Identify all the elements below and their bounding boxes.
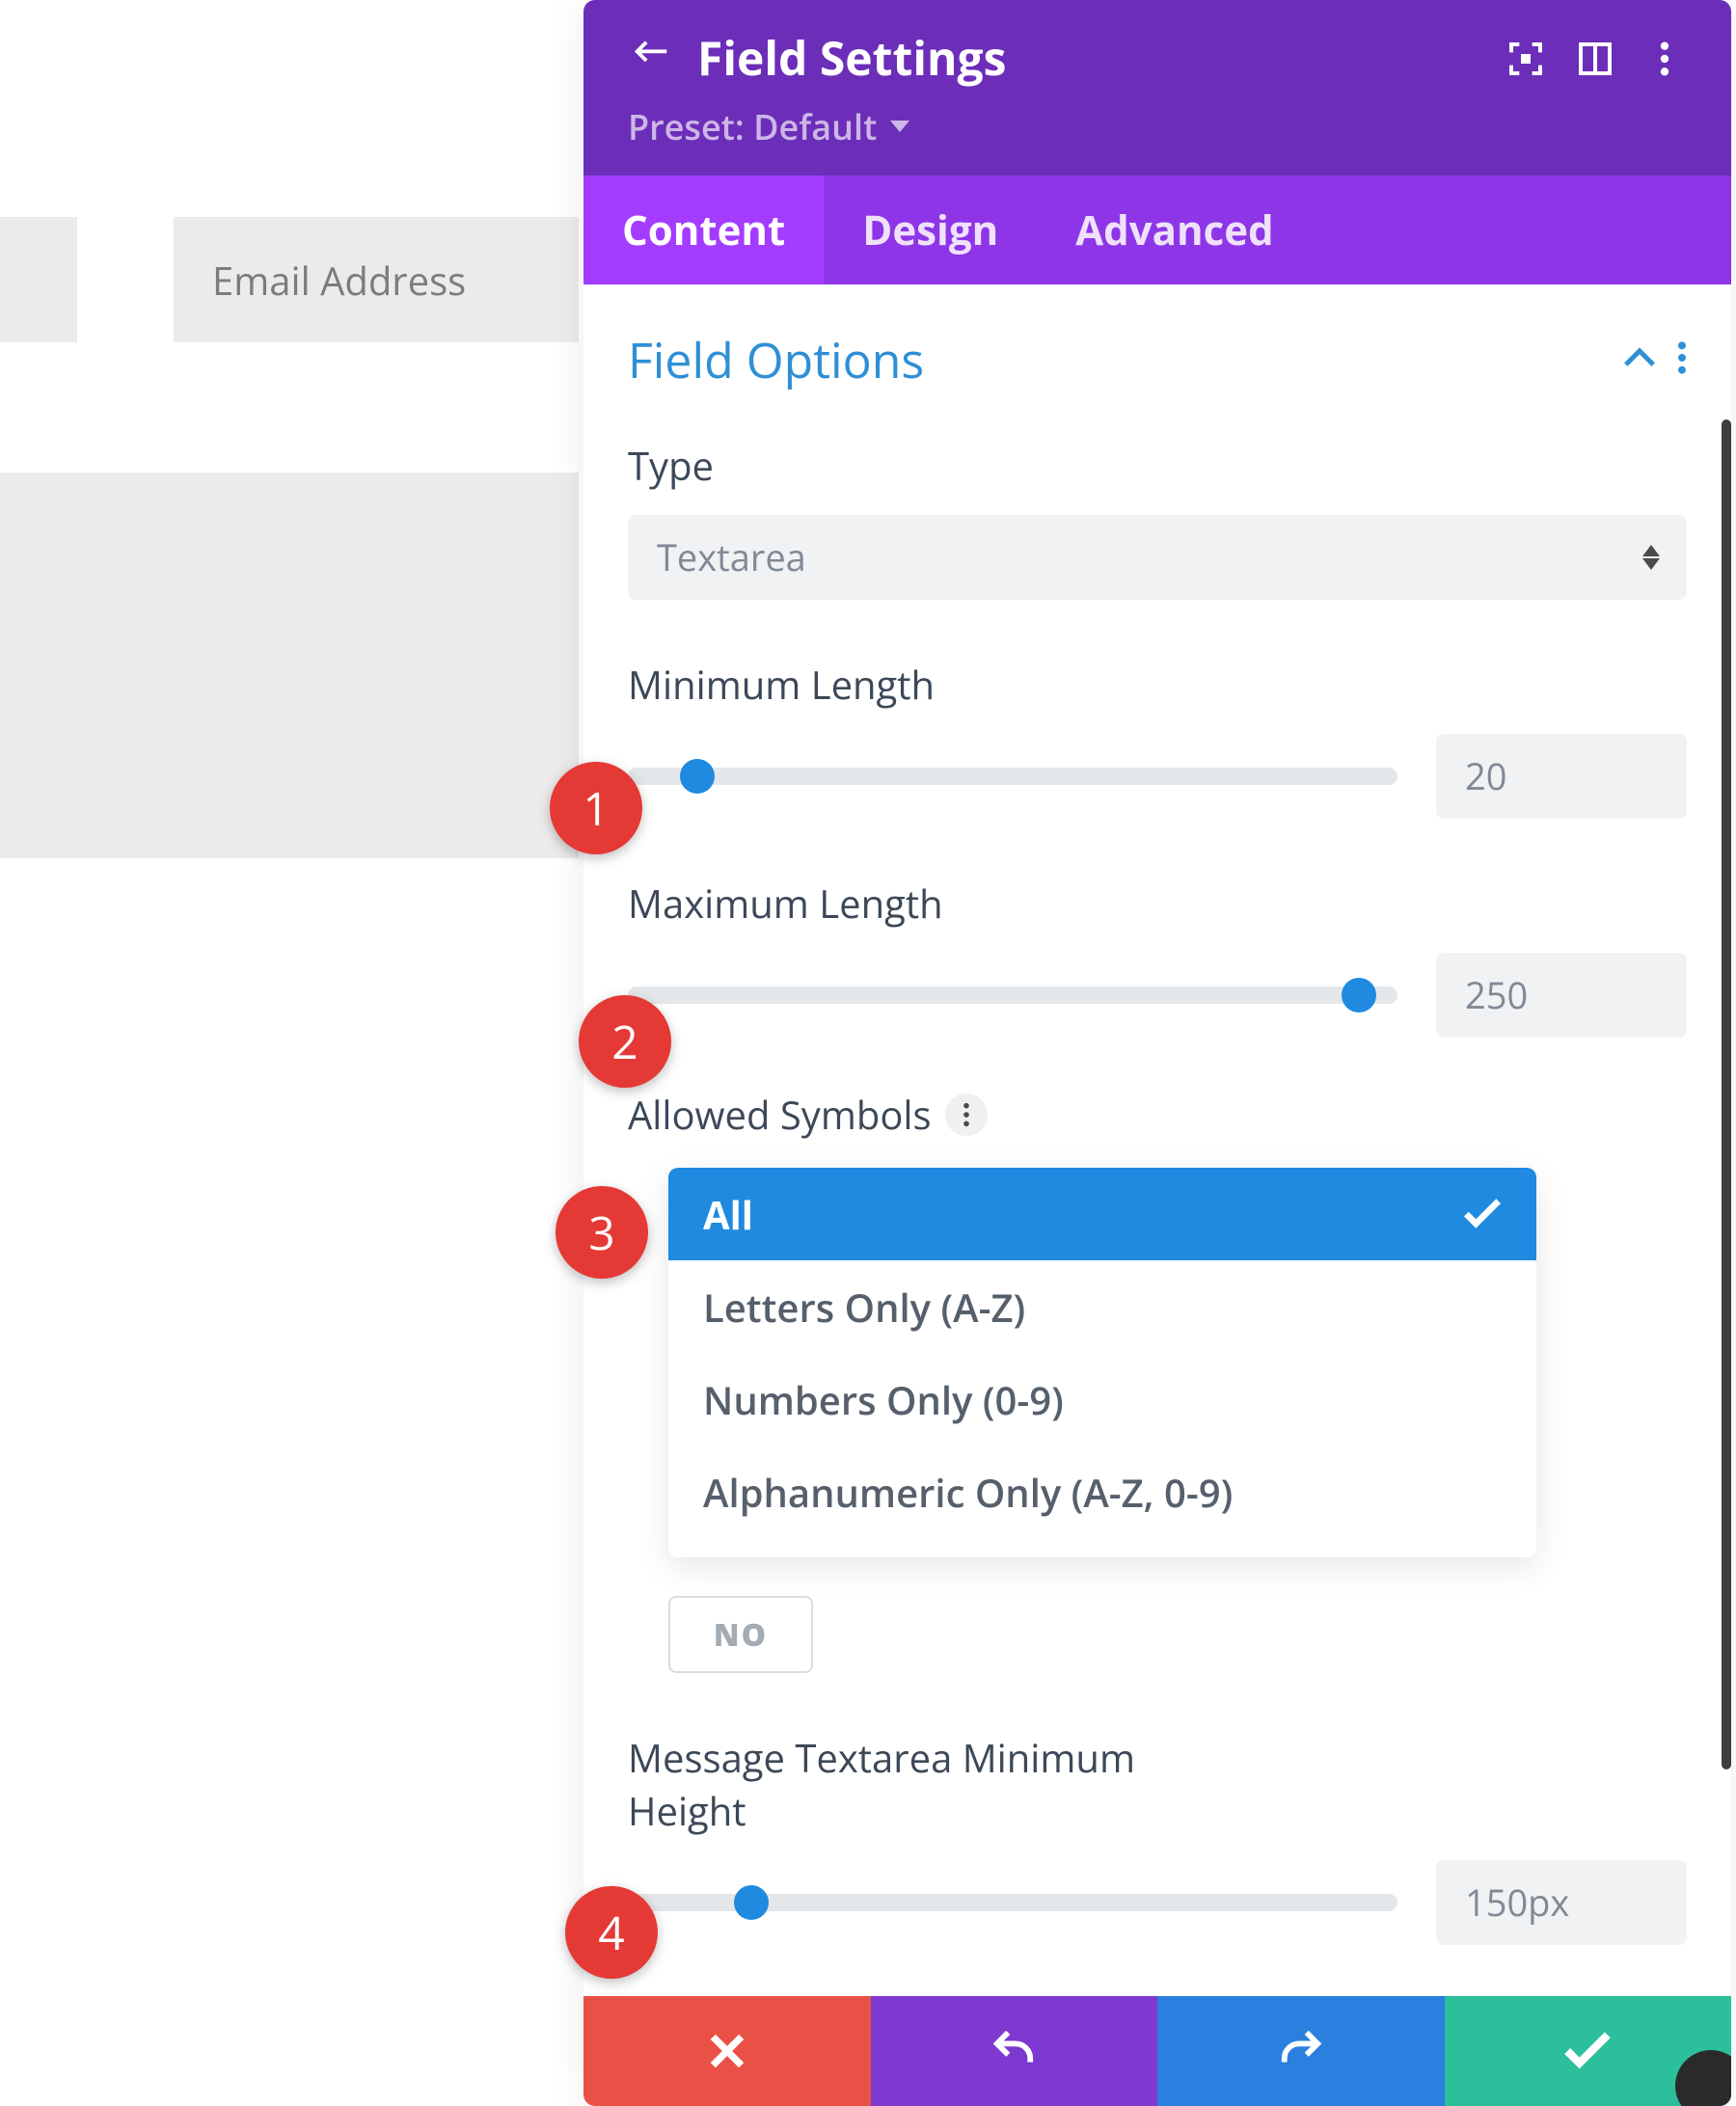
panel-title: Field Settings xyxy=(697,27,1006,90)
undo-button[interactable] xyxy=(871,1996,1158,2106)
slider-thumb[interactable] xyxy=(680,759,715,794)
back-icon[interactable] xyxy=(628,37,672,81)
preset-label: Preset: Default xyxy=(628,103,877,150)
min-height-value-input[interactable]: 150px xyxy=(1436,1860,1687,1945)
max-length-label: Maximum Length xyxy=(628,877,1687,930)
min-height-row: 150px xyxy=(628,1860,1687,1945)
scrollbar-thumb[interactable] xyxy=(1722,419,1731,1769)
option-alnum[interactable]: Alphanumeric Only (A-Z, 0-9) xyxy=(668,1445,1536,1538)
email-placeholder: Email Address xyxy=(212,254,466,307)
min-height-value: 150px xyxy=(1465,1877,1569,1928)
toggle-no[interactable]: NO xyxy=(668,1596,813,1673)
action-bar xyxy=(583,1996,1731,2106)
tab-design[interactable]: Design xyxy=(824,176,1037,284)
tab-advanced[interactable]: Advanced xyxy=(1037,176,1312,284)
section-title: Field Options xyxy=(628,327,1623,392)
undo-icon xyxy=(991,2029,1036,2073)
min-length-row: 20 xyxy=(628,734,1687,819)
option-letters[interactable]: Letters Only (A-Z) xyxy=(668,1260,1536,1353)
chevron-down-icon xyxy=(890,121,909,134)
callout-4: 4 xyxy=(565,1886,658,1979)
option-numbers[interactable]: Numbers Only (0-9) xyxy=(668,1353,1536,1445)
callout-3: 3 xyxy=(556,1186,648,1279)
max-length-slider[interactable] xyxy=(628,986,1397,1004)
more-vertical-icon[interactable] xyxy=(1642,37,1687,81)
min-length-label: Minimum Length xyxy=(628,658,1687,711)
min-length-value-input[interactable]: 20 xyxy=(1436,734,1687,819)
allowed-symbols-dropdown: All Letters Only (A-Z) Numbers Only (0-9… xyxy=(668,1168,1536,1557)
section-header[interactable]: Field Options xyxy=(628,313,1687,416)
option-alnum-label: Alphanumeric Only (A-Z, 0-9) xyxy=(703,1466,1233,1519)
close-icon xyxy=(706,2030,748,2072)
redo-icon xyxy=(1279,2029,1323,2073)
min-length-value: 20 xyxy=(1465,751,1506,801)
columns-icon[interactable] xyxy=(1573,37,1617,81)
callout-1: 1 xyxy=(550,762,642,854)
close-button[interactable] xyxy=(583,1996,871,2106)
min-height-label: Message Textarea Minimum Height xyxy=(628,1731,1245,1837)
tab-content[interactable]: Content xyxy=(583,176,824,284)
bg-textarea[interactable] xyxy=(0,472,579,858)
preset-selector[interactable]: Preset: Default xyxy=(628,103,1687,150)
panel-header: Field Settings Preset: Default xyxy=(583,0,1731,176)
panel-body: Field Options Type Textarea Minimum Leng… xyxy=(583,284,1731,2072)
option-all[interactable]: All xyxy=(668,1168,1536,1260)
check-icon xyxy=(1563,2032,1612,2070)
max-length-row: 250 xyxy=(628,953,1687,1038)
check-icon xyxy=(1463,1188,1502,1241)
redo-button[interactable] xyxy=(1157,1996,1445,2106)
type-select[interactable]: Textarea xyxy=(628,515,1687,600)
type-value: Textarea xyxy=(657,532,806,582)
field-settings-panel: Field Settings Preset: Default Content xyxy=(583,0,1731,2106)
select-sort-icon xyxy=(1642,545,1660,570)
slider-thumb[interactable] xyxy=(734,1885,769,1920)
tabs: Content Design Advanced xyxy=(583,176,1731,284)
toggle-no-label: NO xyxy=(714,1614,768,1656)
type-label: Type xyxy=(628,439,1687,492)
field-options-icon[interactable] xyxy=(945,1094,988,1136)
max-length-value-input[interactable]: 250 xyxy=(1436,953,1687,1038)
focus-icon[interactable] xyxy=(1504,37,1548,81)
min-length-slider[interactable] xyxy=(628,768,1397,785)
section-more-icon[interactable] xyxy=(1677,339,1687,381)
bg-input-fragment xyxy=(0,217,77,342)
option-numbers-label: Numbers Only (0-9) xyxy=(703,1373,1064,1426)
slider-thumb[interactable] xyxy=(1342,978,1376,1012)
callout-2: 2 xyxy=(579,995,671,1088)
allowed-symbols-label: Allowed Symbols xyxy=(628,1088,932,1141)
min-height-slider[interactable] xyxy=(628,1894,1397,1911)
option-letters-label: Letters Only (A-Z) xyxy=(703,1281,1025,1334)
chevron-up-icon xyxy=(1623,347,1656,373)
email-input[interactable]: Email Address xyxy=(174,217,579,342)
max-length-value: 250 xyxy=(1465,970,1528,1020)
option-all-label: All xyxy=(703,1188,753,1241)
